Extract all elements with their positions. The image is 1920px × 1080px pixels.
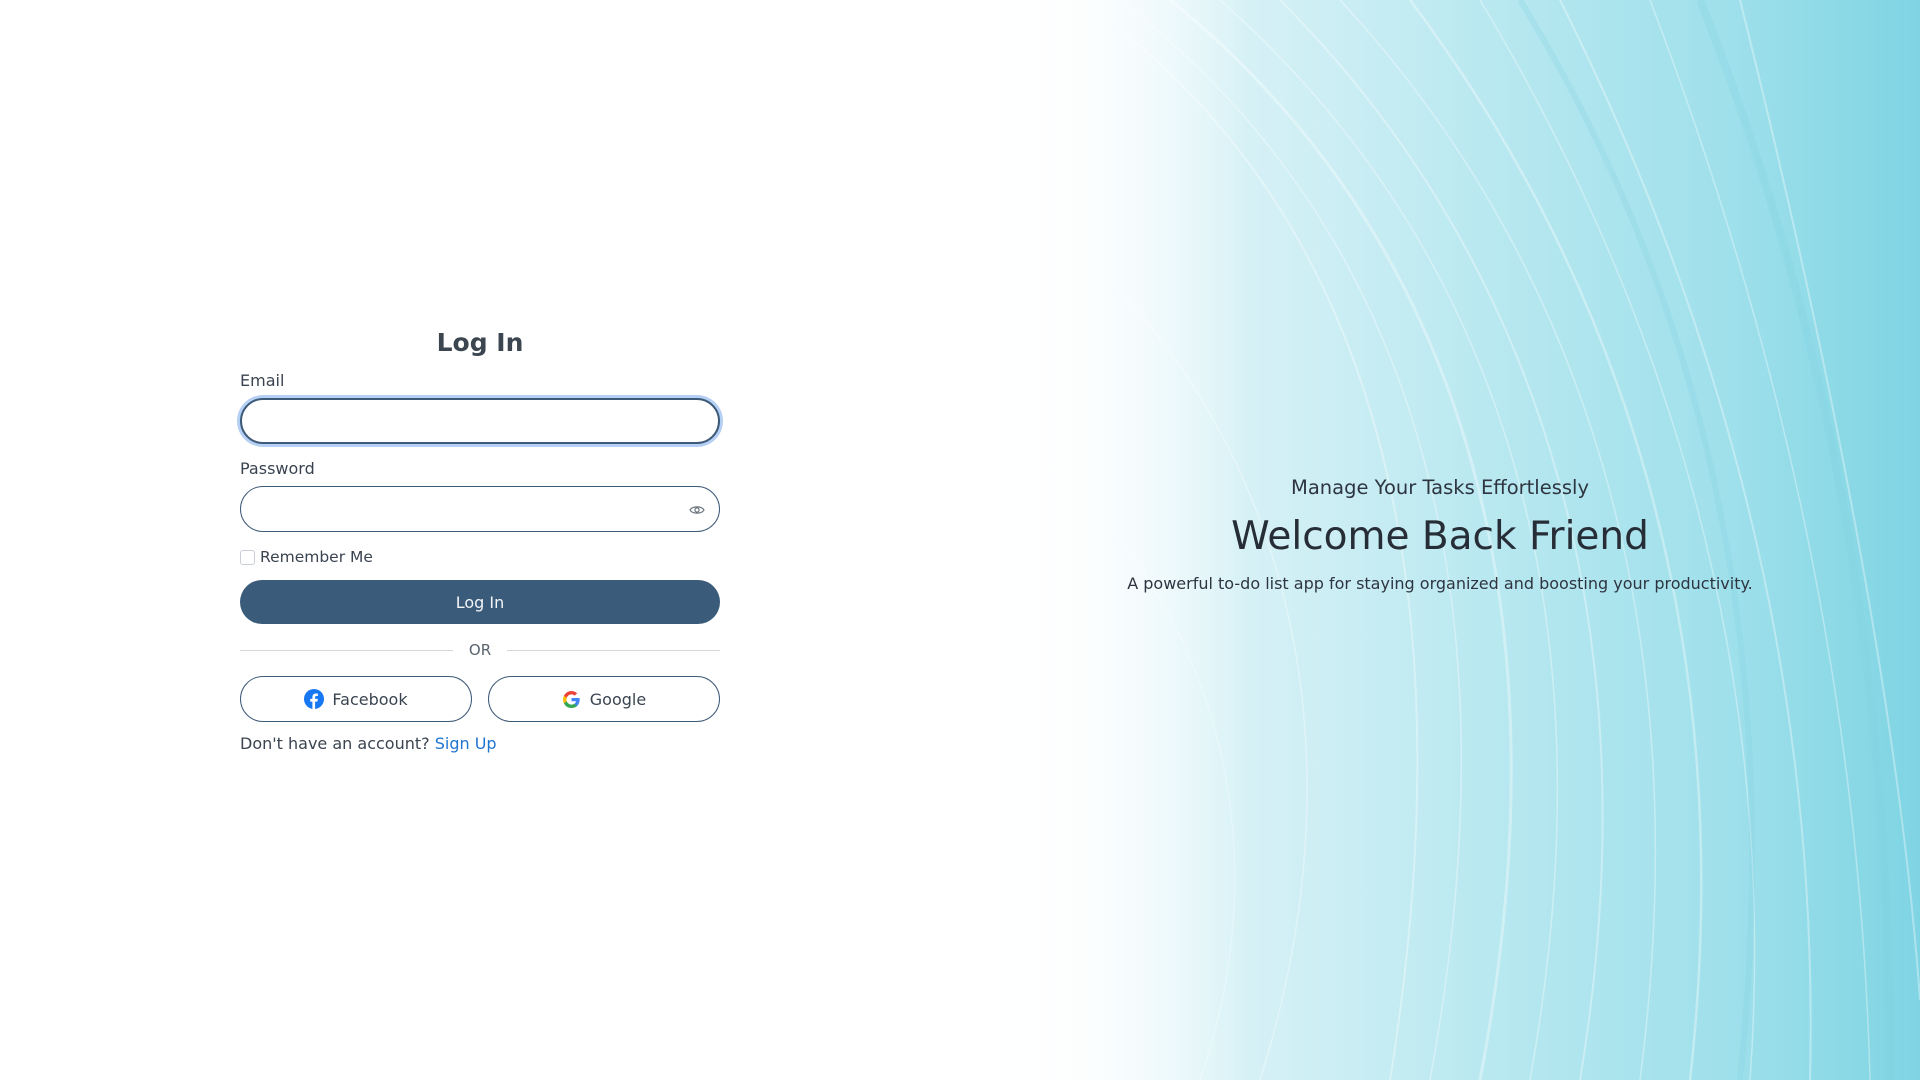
login-button[interactable]: Log In: [240, 580, 720, 624]
google-label: Google: [589, 689, 647, 709]
login-page: Log In Email Password Remember Me Log In…: [0, 0, 1920, 1080]
login-panel: Log In Email Password Remember Me Log In…: [0, 0, 960, 1080]
password-input[interactable]: [241, 487, 697, 529]
facebook-label: Facebook: [332, 689, 408, 709]
hero-description: A powerful to-do list app for staying or…: [1127, 574, 1753, 593]
remember-me-checkbox[interactable]: [240, 549, 255, 565]
or-divider: OR: [240, 638, 721, 662]
divider-line-right: [507, 649, 721, 651]
email-field-wrapper: [240, 398, 720, 444]
signup-row: Don't have an account? Sign Up: [240, 732, 720, 756]
social-login-row: Facebook Google: [240, 676, 720, 722]
password-field-wrapper: [240, 486, 720, 532]
or-label: OR: [468, 641, 492, 659]
remember-me-row: Remember Me: [240, 546, 720, 568]
google-login-button[interactable]: Google: [488, 676, 720, 722]
email-input[interactable]: [242, 400, 698, 442]
login-title: Log In: [436, 328, 524, 357]
login-form: Log In Email Password Remember Me Log In…: [240, 326, 721, 756]
signup-prompt: Don't have an account?: [240, 734, 430, 753]
facebook-login-button[interactable]: Facebook: [240, 676, 472, 722]
divider-line-left: [240, 649, 453, 651]
eye-icon[interactable]: [685, 498, 709, 522]
hero-panel: Manage Your Tasks Effortlessly Welcome B…: [960, 0, 1920, 1080]
email-label: Email: [240, 371, 285, 390]
hero-title: Welcome Back Friend: [1231, 514, 1649, 559]
hero-subtitle: Manage Your Tasks Effortlessly: [1291, 476, 1589, 499]
signup-link[interactable]: Sign Up: [435, 734, 497, 753]
remember-me-label: Remember Me: [260, 548, 373, 566]
hero-text: Manage Your Tasks Effortlessly Welcome B…: [960, 470, 1920, 596]
password-label: Password: [240, 459, 315, 478]
facebook-icon: [304, 689, 325, 709]
google-icon: [562, 689, 582, 709]
